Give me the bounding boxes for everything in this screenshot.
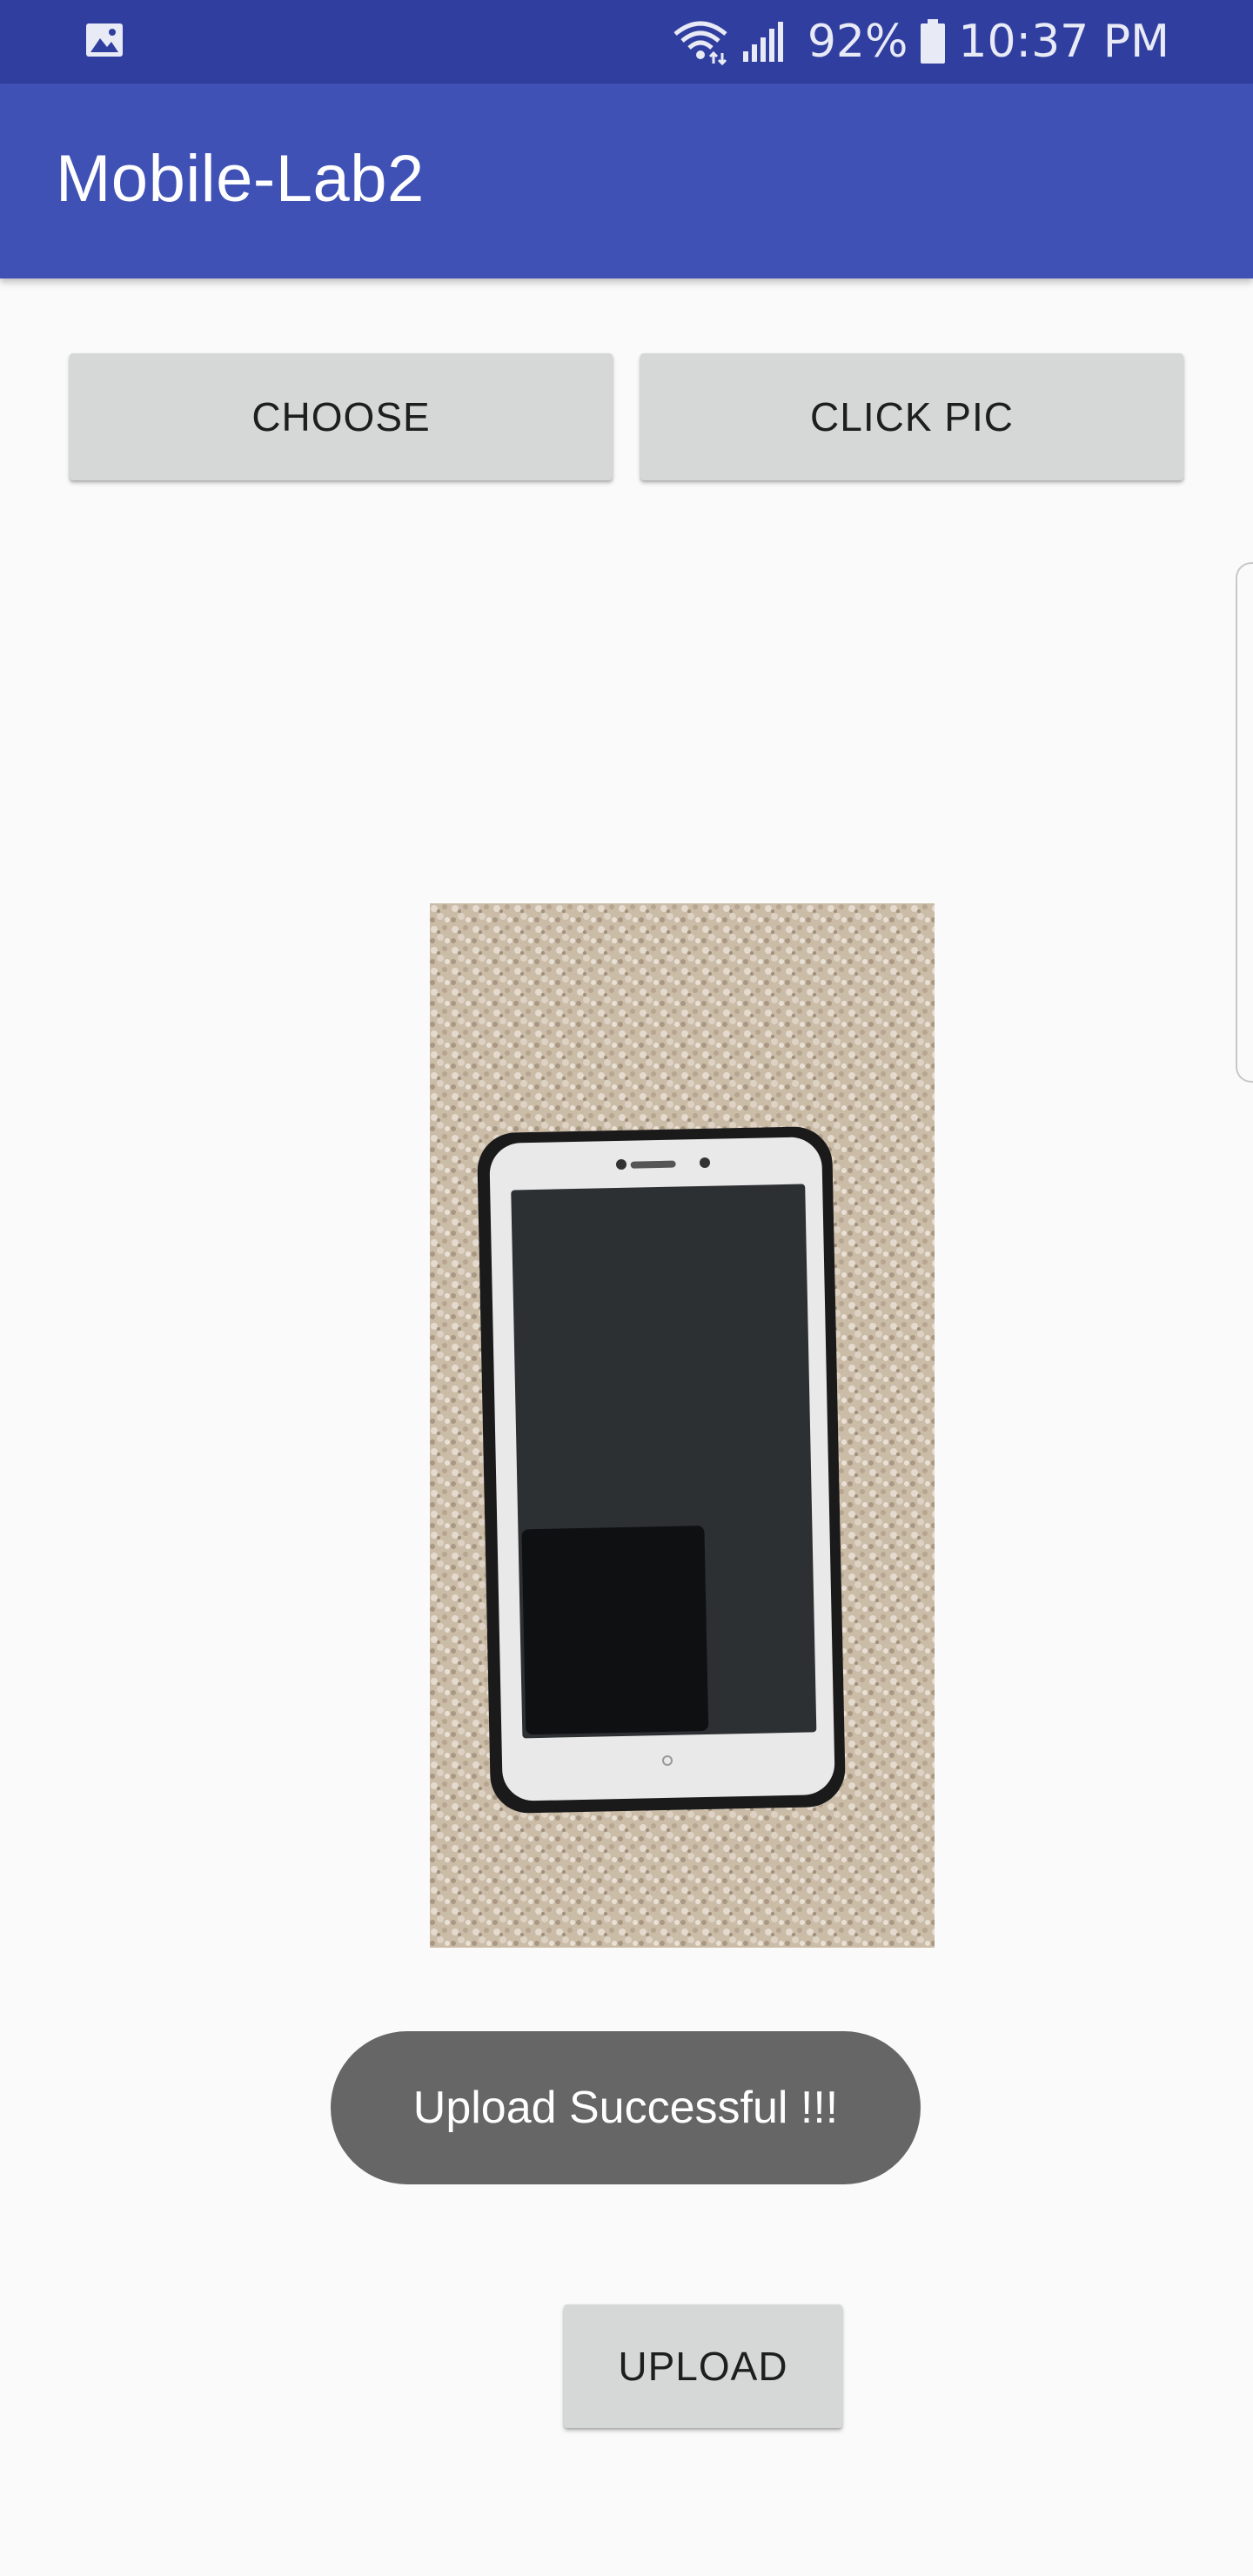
gallery-icon xyxy=(84,19,125,61)
edge-panel-handle[interactable] xyxy=(1236,562,1253,1083)
wifi-icon xyxy=(672,18,729,65)
app-title: Mobile-Lab2 xyxy=(56,142,425,216)
app-bar: Mobile-Lab2 xyxy=(0,84,1253,278)
status-time: 10:37 PM xyxy=(958,16,1169,68)
choose-button[interactable]: CHOOSE xyxy=(70,353,613,480)
upload-success-toast: Upload Successful !!! xyxy=(331,2031,921,2184)
signal-icon xyxy=(741,20,788,64)
click-pic-button[interactable]: CLICK PIC xyxy=(640,353,1183,480)
upload-button[interactable]: UPLOAD xyxy=(564,2304,842,2428)
status-indicators: 92% 10:37 PM xyxy=(672,0,1169,84)
photo-preview xyxy=(430,903,935,1948)
battery-percent: 92% xyxy=(807,16,908,68)
battery-icon xyxy=(920,19,946,64)
status-bar: 92% 10:37 PM xyxy=(0,0,1253,84)
